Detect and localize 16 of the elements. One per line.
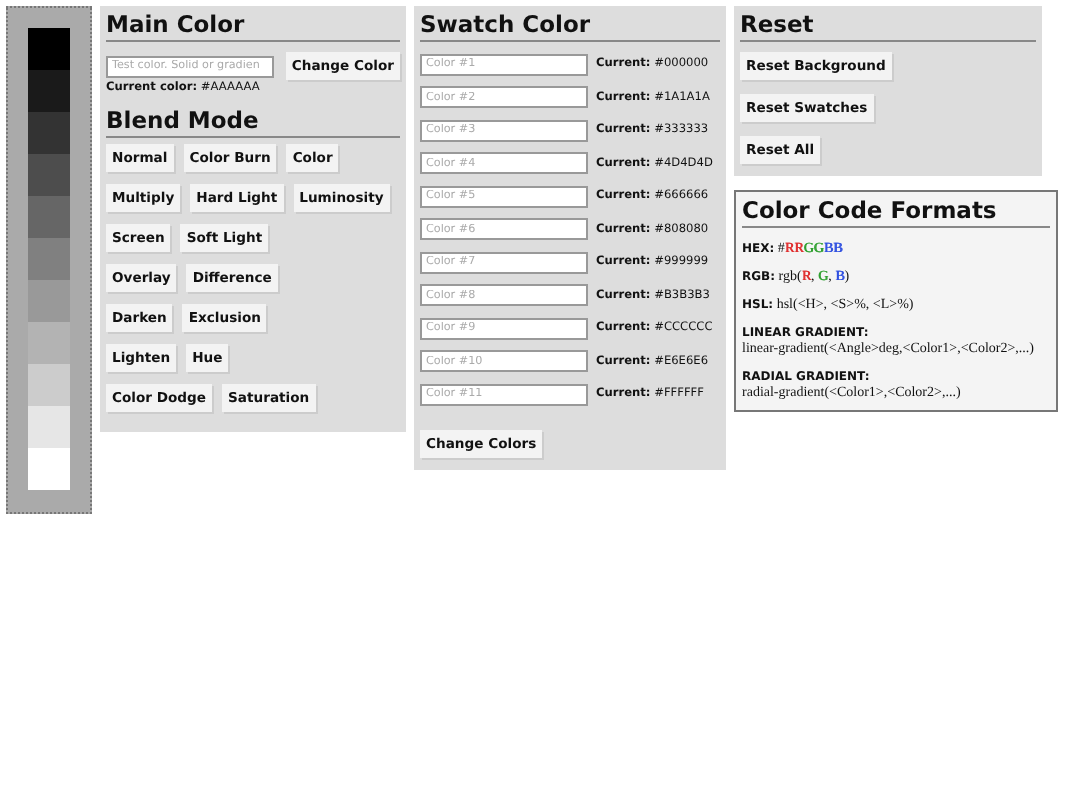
color-swatch[interactable] [28,28,70,70]
color-swatch[interactable] [28,364,70,406]
panel-heading: Swatch Color [420,10,720,42]
panel-heading: Blend Mode [106,106,400,138]
color-swatch[interactable] [28,280,70,322]
color-swatch[interactable] [28,406,70,448]
color-swatch[interactable] [28,112,70,154]
color-swatch[interactable] [28,70,70,112]
color-swatch[interactable] [28,154,70,196]
color-swatch[interactable] [28,322,70,364]
panel-heading: Color Code Formats [742,196,1050,228]
panel-heading: Reset [740,10,1036,42]
color-swatch[interactable] [28,238,70,280]
color-swatch[interactable] [28,448,70,490]
color-swatch[interactable] [28,196,70,238]
panel-heading: Main Color [106,10,400,42]
